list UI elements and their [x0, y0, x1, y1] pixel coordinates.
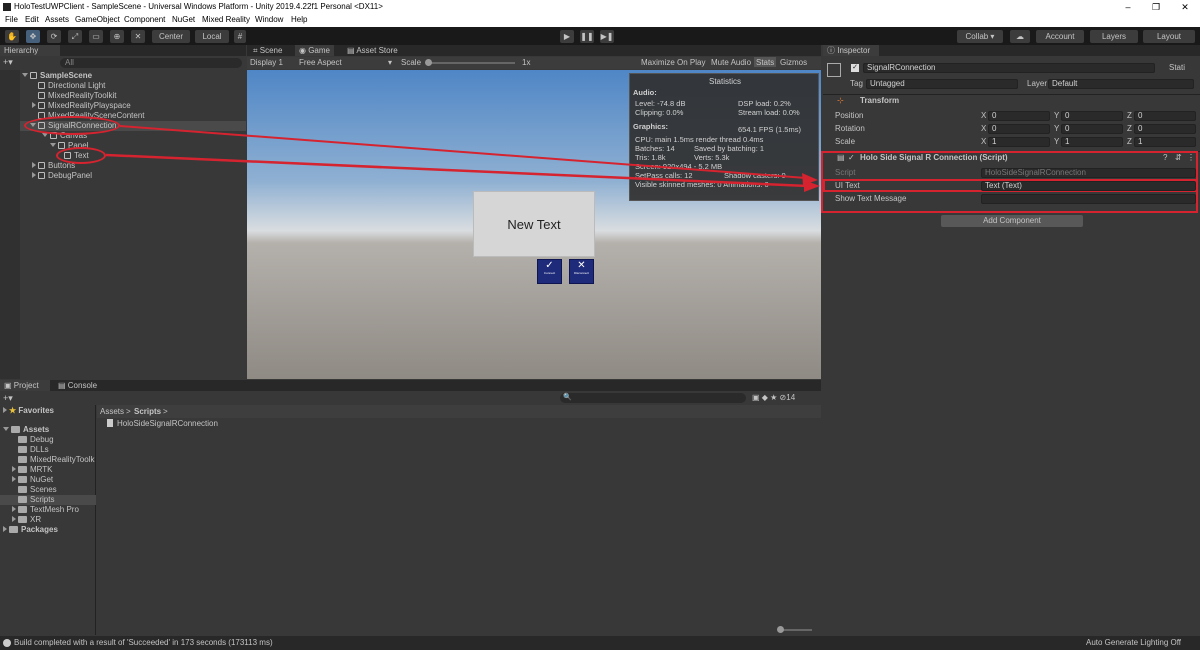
annotation-arrows [105, 125, 820, 192]
